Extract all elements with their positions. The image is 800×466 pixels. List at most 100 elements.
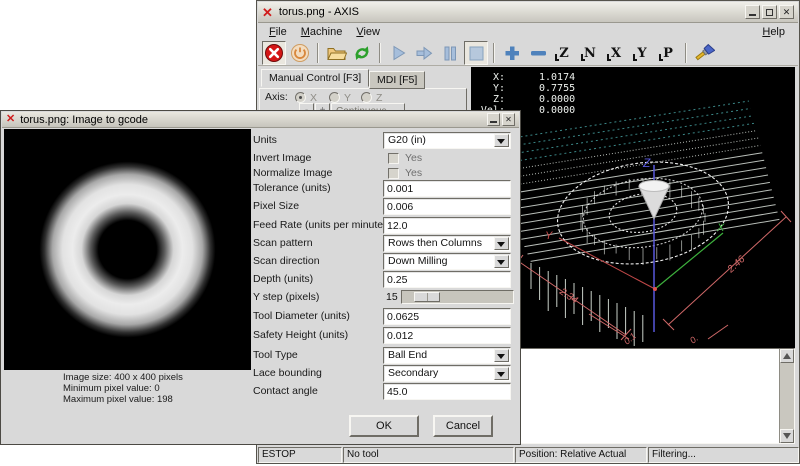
axis-titlebar[interactable]: ✕ torus.png - AXIS ✕ bbox=[258, 2, 798, 23]
depth-input[interactable] bbox=[383, 271, 511, 288]
dimension-right-label: 2.46 bbox=[725, 254, 748, 276]
image-to-gcode-dialog: ✕ torus.png: Image to gcode ✕ Image size… bbox=[0, 110, 521, 445]
dialog-app-icon: ✕ bbox=[6, 114, 15, 125]
stop-button[interactable] bbox=[464, 41, 488, 65]
stop-icon bbox=[465, 42, 487, 64]
toolbar-separator bbox=[493, 43, 495, 63]
dialog-close-button[interactable]: ✕ bbox=[502, 113, 515, 126]
view-y-button[interactable]: Y bbox=[630, 41, 654, 65]
dropdown-arrow-icon[interactable] bbox=[494, 349, 509, 362]
dropdown-arrow-icon[interactable] bbox=[494, 255, 509, 268]
triangle-down-icon bbox=[783, 433, 791, 439]
lace-bounding-select[interactable]: Secondary bbox=[383, 365, 511, 382]
machine-power-button[interactable] bbox=[288, 41, 312, 65]
dimension-left-label: 2.34 bbox=[556, 286, 579, 307]
tolerance-input[interactable] bbox=[383, 180, 511, 197]
dropdown-arrow-icon[interactable] bbox=[494, 367, 509, 380]
dropdown-arrow-icon[interactable] bbox=[494, 237, 509, 250]
estop-icon bbox=[263, 42, 285, 64]
ok-button[interactable]: OK bbox=[349, 415, 419, 437]
pause-button[interactable] bbox=[438, 41, 462, 65]
cancel-button[interactable]: Cancel bbox=[433, 415, 493, 437]
feed-rate-label: Feed Rate (units per minute) bbox=[253, 217, 387, 234]
minimize-button[interactable] bbox=[745, 5, 760, 19]
tool-diameter-input[interactable] bbox=[383, 308, 511, 325]
triangle-up-icon bbox=[783, 353, 791, 359]
menu-view[interactable]: View bbox=[349, 25, 387, 39]
tolerance-label: Tolerance (units) bbox=[253, 180, 331, 197]
dropdown-arrow-icon[interactable] bbox=[494, 134, 509, 147]
toolbar-separator bbox=[379, 43, 381, 63]
source-image-preview bbox=[4, 129, 251, 370]
tool-type-select[interactable]: Ball End bbox=[383, 347, 511, 364]
menu-file[interactable]: File bbox=[262, 25, 294, 39]
normalize-image-checkbox[interactable] bbox=[388, 168, 399, 179]
tab-mdi[interactable]: MDI [F5] bbox=[369, 71, 425, 89]
axis-radio-z[interactable] bbox=[361, 92, 372, 103]
reload-button[interactable] bbox=[350, 41, 374, 65]
menu-help[interactable]: Help bbox=[755, 25, 792, 39]
axis-radio-y[interactable] bbox=[329, 92, 340, 103]
dialog-title: torus.png: Image to gcode bbox=[20, 114, 148, 126]
scan-direction-select[interactable]: Down Milling bbox=[383, 253, 511, 270]
scroll-up-button[interactable] bbox=[780, 349, 794, 363]
maximize-button[interactable] bbox=[762, 5, 777, 19]
dro-row-y: Y:0.7755 bbox=[471, 83, 575, 94]
view-x-icon: X bbox=[605, 42, 627, 64]
image-min-text: Minimum pixel value: 0 bbox=[63, 383, 183, 394]
close-button[interactable]: ✕ bbox=[779, 5, 794, 19]
zoom-out-icon bbox=[527, 42, 549, 64]
open-folder-icon bbox=[325, 42, 347, 64]
y-step-slider[interactable] bbox=[401, 290, 514, 304]
tab-manual-control[interactable]: Manual Control [F3] bbox=[261, 69, 369, 87]
units-label: Units bbox=[253, 132, 277, 149]
image-max-text: Maximum pixel value: 198 bbox=[63, 394, 183, 405]
menu-machine[interactable]: Machine bbox=[294, 25, 350, 39]
zoom-out-button[interactable] bbox=[526, 41, 550, 65]
view-z-button[interactable]: Z bbox=[552, 41, 576, 65]
contact-angle-label: Contact angle bbox=[253, 383, 318, 400]
scan-pattern-label: Scan pattern bbox=[253, 235, 313, 252]
slider-handle[interactable] bbox=[414, 292, 440, 302]
invert-image-checkbox[interactable] bbox=[388, 153, 399, 164]
view-y-icon: Y bbox=[631, 42, 653, 64]
scan-pattern-select[interactable]: Rows then Columns bbox=[383, 235, 511, 252]
gcode-scrollbar[interactable] bbox=[779, 349, 794, 443]
axis-app-icon: ✕ bbox=[262, 6, 273, 19]
pixel-size-label: Pixel Size bbox=[253, 198, 299, 215]
pause-icon bbox=[439, 42, 461, 64]
clear-plot-button[interactable] bbox=[692, 41, 716, 65]
axis-z-label: Z bbox=[642, 156, 651, 170]
run-icon bbox=[387, 42, 409, 64]
status-filtering: Filtering... bbox=[648, 447, 799, 463]
step-icon bbox=[413, 42, 435, 64]
view-x-button[interactable]: X bbox=[604, 41, 628, 65]
y-step-label: Y step (pixels) bbox=[253, 289, 319, 306]
status-position: Position: Relative Actual bbox=[515, 447, 647, 463]
dialog-titlebar[interactable]: ✕ torus.png: Image to gcode ✕ bbox=[2, 112, 519, 128]
status-estop: ESTOP bbox=[258, 447, 342, 463]
units-select[interactable]: G20 (in) bbox=[383, 132, 511, 149]
contact-angle-input[interactable] bbox=[383, 383, 511, 400]
reload-icon bbox=[351, 42, 373, 64]
estop-button[interactable] bbox=[262, 41, 286, 65]
y-step-value: 15 bbox=[386, 289, 398, 306]
scan-direction-label: Scan direction bbox=[253, 253, 320, 270]
dialog-minimize-button[interactable] bbox=[487, 113, 500, 126]
axis-radio-x[interactable] bbox=[295, 92, 306, 103]
pixel-size-input[interactable] bbox=[383, 198, 511, 215]
feed-rate-input[interactable] bbox=[383, 217, 511, 234]
dimension-small-label-1: 0.1 bbox=[622, 331, 638, 347]
step-button[interactable] bbox=[412, 41, 436, 65]
safety-height-input[interactable] bbox=[383, 327, 511, 344]
lace-bounding-label: Lace bounding bbox=[253, 365, 322, 382]
open-file-button[interactable] bbox=[324, 41, 348, 65]
depth-label: Depth (units) bbox=[253, 271, 313, 288]
dimension-small-label-2: 0. bbox=[688, 333, 700, 345]
run-button[interactable] bbox=[386, 41, 410, 65]
axis-y-label: Y bbox=[545, 230, 553, 242]
scroll-down-button[interactable] bbox=[780, 429, 794, 443]
view-z2-button[interactable]: N bbox=[578, 41, 602, 65]
view-p-button[interactable]: P bbox=[656, 41, 680, 65]
zoom-in-button[interactable] bbox=[500, 41, 524, 65]
